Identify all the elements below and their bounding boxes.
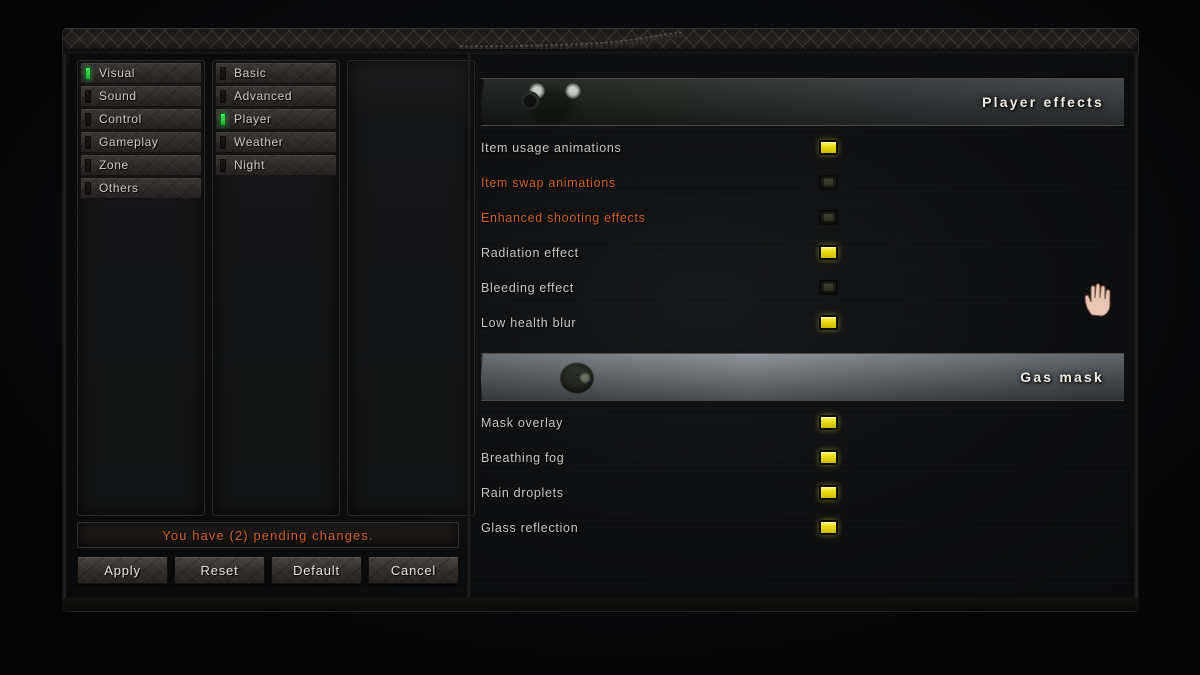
window-right-frame [1134, 54, 1139, 598]
detail-column [347, 60, 475, 516]
option-label: Item usage animations [481, 140, 622, 155]
nav-item-others[interactable]: Others [80, 177, 202, 199]
active-indicator [85, 89, 91, 103]
reset-button[interactable]: Reset [174, 556, 265, 584]
settings-content: Player effects Item usage animations Ite… [471, 54, 1134, 598]
window-bottom-frame [62, 598, 1139, 612]
option-label: Breathing fog [481, 450, 565, 465]
nav-item-zone[interactable]: Zone [80, 154, 202, 176]
nav-item-label: Player [234, 112, 272, 126]
game-screen: Visual Sound Control Gameplay Zone Other… [0, 0, 1200, 675]
nav-item-basic[interactable]: Basic [215, 62, 337, 84]
option-row-breathing-fog[interactable]: Breathing fog [471, 440, 1134, 475]
nav-item-night[interactable]: Night [215, 154, 337, 176]
nav-item-visual[interactable]: Visual [80, 62, 202, 84]
chain-ornament [459, 31, 685, 53]
nav-item-label: Basic [234, 66, 267, 80]
active-indicator [220, 89, 226, 103]
nav-item-label: Sound [99, 89, 137, 103]
nav-item-sound[interactable]: Sound [80, 85, 202, 107]
reset-button-label: Reset [200, 562, 239, 578]
checkbox[interactable] [819, 175, 838, 190]
window-body: Visual Sound Control Gameplay Zone Other… [67, 54, 1134, 598]
active-indicator [85, 135, 91, 149]
apply-button-label: Apply [104, 562, 141, 578]
nav-item-label: Zone [99, 158, 129, 172]
options-window: Visual Sound Control Gameplay Zone Other… [62, 28, 1139, 612]
section-title: Gas mask [1020, 369, 1104, 385]
option-row-bleeding-effect[interactable]: Bleeding effect [471, 270, 1134, 305]
nav-item-label: Control [99, 112, 142, 126]
checkbox[interactable] [819, 280, 838, 295]
pending-changes-text: You have (2) pending changes. [162, 527, 374, 543]
option-label: Glass reflection [481, 520, 579, 535]
active-indicator [85, 181, 91, 195]
active-indicator [220, 158, 226, 172]
nav-item-weather[interactable]: Weather [215, 131, 337, 153]
option-row-radiation-effect[interactable]: Radiation effect [471, 235, 1134, 270]
cancel-button-label: Cancel [390, 562, 437, 578]
active-indicator [85, 66, 91, 80]
checkbox[interactable] [819, 450, 838, 465]
nav-item-label: Gameplay [99, 135, 159, 149]
player-effects-options: Item usage animations Item swap animatio… [471, 130, 1134, 340]
action-button-row: Apply Reset Default Cancel [77, 556, 459, 584]
nav-item-player[interactable]: Player [215, 108, 337, 130]
subcategory-column: Basic Advanced Player Weather Night [212, 60, 340, 516]
checkbox[interactable] [819, 210, 838, 225]
default-button-label: Default [293, 562, 340, 578]
option-row-mask-overlay[interactable]: Mask overlay [471, 405, 1134, 440]
active-indicator [85, 112, 91, 126]
checkbox[interactable] [819, 140, 838, 155]
nav-item-gameplay[interactable]: Gameplay [80, 131, 202, 153]
checkbox[interactable] [819, 520, 838, 535]
nav-item-advanced[interactable]: Advanced [215, 85, 337, 107]
option-label: Radiation effect [481, 245, 579, 260]
pending-changes-bar: You have (2) pending changes. [77, 522, 459, 548]
section-title: Player effects [982, 94, 1104, 110]
active-indicator [220, 135, 226, 149]
checkbox[interactable] [819, 415, 838, 430]
nav-item-label: Weather [234, 135, 284, 149]
window-top-frame [62, 28, 1139, 54]
section-header-player-effects: Player effects [481, 78, 1124, 126]
checkbox[interactable] [819, 315, 838, 330]
option-label: Mask overlay [481, 415, 564, 430]
active-indicator [220, 66, 226, 80]
category-column: Visual Sound Control Gameplay Zone Other… [77, 60, 205, 516]
option-row-item-usage-animations[interactable]: Item usage animations [471, 130, 1134, 165]
nav-item-label: Visual [99, 66, 136, 80]
option-label: Rain droplets [481, 485, 564, 500]
active-indicator [85, 158, 91, 172]
cancel-button[interactable]: Cancel [368, 556, 459, 584]
nav-item-label: Advanced [234, 89, 293, 103]
option-row-rain-droplets[interactable]: Rain droplets [471, 475, 1134, 510]
nav-item-label: Others [99, 181, 139, 195]
option-row-low-health-blur[interactable]: Low health blur [471, 305, 1134, 340]
active-indicator [220, 112, 226, 126]
option-row-glass-reflection[interactable]: Glass reflection [471, 510, 1134, 545]
checkbox[interactable] [819, 485, 838, 500]
option-row-enhanced-shooting-effects[interactable]: Enhanced shooting effects [471, 200, 1134, 235]
option-row-item-swap-animations[interactable]: Item swap animations [471, 165, 1134, 200]
option-label: Bleeding effect [481, 280, 574, 295]
apply-button[interactable]: Apply [77, 556, 168, 584]
nav-item-label: Night [234, 158, 266, 172]
nav-item-control[interactable]: Control [80, 108, 202, 130]
option-label: Enhanced shooting effects [481, 210, 646, 225]
option-label: Low health blur [481, 315, 577, 330]
section-header-gas-mask: Gas mask [481, 353, 1124, 401]
option-label: Item swap animations [481, 175, 616, 190]
gas-mask-options: Mask overlay Breathing fog Rain droplets… [471, 405, 1134, 545]
checkbox[interactable] [819, 245, 838, 260]
default-button[interactable]: Default [271, 556, 362, 584]
navigation-panel: Visual Sound Control Gameplay Zone Other… [73, 60, 475, 592]
